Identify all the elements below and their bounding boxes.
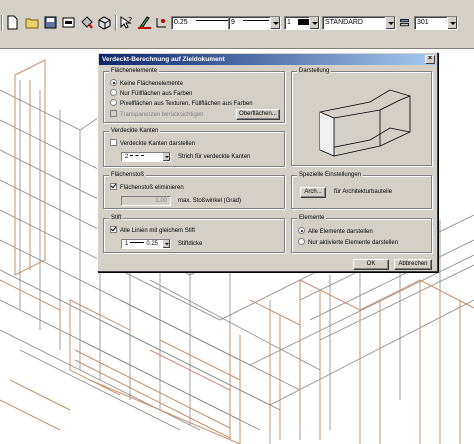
pen-thickness-value: 0.25 <box>146 241 159 247</box>
toolbar-separator <box>1 15 3 31</box>
elements-option-label: Alle Elemente darstellen <box>308 229 373 235</box>
elements-option-all[interactable]: Alle Elemente darstellen <box>298 227 373 236</box>
surface-option-label: Nur Füllflächen aus Farben <box>120 91 193 97</box>
surface-option-none[interactable]: Keine Flächenelemente <box>110 79 183 88</box>
combo-value: 301 <box>417 19 429 26</box>
chevron-down-icon[interactable] <box>447 17 457 29</box>
main-toolbar: ? 0.25 9 1 STANDARD 301 <box>0 0 474 49</box>
ok-button[interactable]: OK <box>353 259 389 270</box>
surface-elements-legend: Flächenelemente <box>109 67 160 76</box>
surface-option-colors[interactable]: Nur Füllflächen aus Farben <box>110 89 192 98</box>
pen-thickness-label: Stiftdicke <box>178 241 203 247</box>
surface-option-label: Keine Flächenelemente <box>120 81 184 87</box>
dialog-title: Verdeckt-Berechnung auf Zieldokument <box>102 56 225 63</box>
radio-button[interactable] <box>298 238 305 245</box>
snap-icon[interactable] <box>153 14 170 31</box>
radio-button[interactable] <box>110 89 117 96</box>
radio-button[interactable] <box>110 79 117 86</box>
elements-option-activated[interactable]: Nur aktivierte Elemente darstellen <box>298 238 398 247</box>
preview-shape-icon <box>319 89 411 157</box>
surface-joint-legend: Flächenstoß <box>109 171 147 180</box>
hidden-edges-label: Verdeckte Kanten darstellen <box>120 141 196 147</box>
svg-text:?: ? <box>128 16 132 25</box>
color-index-value: 1 <box>287 19 291 26</box>
hidden-line-type-combo[interactable]: 2 <box>121 152 171 162</box>
line-sample <box>130 242 145 243</box>
layer-value: STANDARD <box>325 19 363 26</box>
elements-legend: Elemente <box>297 214 327 223</box>
open-folder-icon[interactable] <box>24 14 41 31</box>
surfaces-button[interactable]: Oberflächen... <box>236 109 280 120</box>
surface-option-textures[interactable]: Pixelflächen aus Texturen, Füllflächen a… <box>110 99 253 108</box>
chevron-down-icon[interactable] <box>385 17 395 29</box>
joint-angle-label: max. Stoßwinkel (Grad) <box>178 198 242 204</box>
close-icon[interactable]: × <box>425 55 435 64</box>
surface-elements-group: Flächenelemente Keine Flächenelemente Nu… <box>103 67 285 123</box>
toolbar-row: ? 0.25 9 1 STANDARD 301 <box>0 12 474 34</box>
transparency-label: Transparenzen berücksichtigen <box>120 112 204 118</box>
line-type-value: 9 <box>231 19 235 26</box>
hidden-edges-legend: Verdeckte Kanten <box>109 127 161 136</box>
same-pen-checkbox-row[interactable]: Alle Linien mit gleichem Stift <box>110 226 195 235</box>
surface-option-label: Pixelflächen aus Texturen, Füllflächen a… <box>120 101 253 107</box>
pen-legend: Stift <box>109 214 124 223</box>
hidden-line-dialog: Verdeckt-Berechnung auf Zieldokument × F… <box>97 52 438 272</box>
paint-bucket-icon[interactable] <box>78 14 95 31</box>
arch-label: für Architekturbauteile <box>334 189 393 195</box>
dialog-titlebar[interactable]: Verdeckt-Berechnung auf Zieldokument × <box>99 54 436 65</box>
help-pointer-icon[interactable]: ? <box>118 14 135 31</box>
preview-group: Darstellung <box>291 67 432 166</box>
hidden-edges-group: Verdeckte Kanten Verdeckte Kanten darste… <box>103 127 285 167</box>
cancel-button[interactable]: Abbrechen <box>394 259 432 270</box>
special-settings-legend: Spezielle Einstellungen <box>297 171 364 180</box>
cube-icon[interactable] <box>96 14 113 31</box>
special-settings-group: Spezielle Einstellungen Arch... für Arch… <box>291 171 432 209</box>
elements-option-label: Nur aktivierte Elemente darstellen <box>308 240 399 246</box>
pen-thickness-value: 0.25 <box>174 19 188 26</box>
layer-settings-icon[interactable] <box>398 16 412 30</box>
pen-color-icon[interactable] <box>136 14 153 31</box>
transparency-checkbox-row: Transparenzen berücksichtigen <box>110 110 204 119</box>
chevron-down-icon[interactable] <box>309 17 319 29</box>
transparency-checkbox <box>110 110 117 117</box>
save-disk-icon[interactable] <box>42 14 59 31</box>
arch-button[interactable]: Arch... <box>300 187 326 198</box>
line-type-sample <box>242 20 269 21</box>
line-type-combo[interactable]: 9 <box>228 16 281 30</box>
toolbar-separator <box>115 15 117 31</box>
radio-button[interactable] <box>298 227 305 234</box>
eliminate-joint-checkbox-row[interactable]: Flächenstoß eliminieren <box>110 183 184 192</box>
joint-angle-field[interactable]: 1.00 <box>121 196 171 206</box>
chevron-down-icon[interactable] <box>162 240 170 248</box>
hidden-line-type-value: 2 <box>125 154 129 160</box>
color-combo[interactable]: 1 <box>284 16 320 30</box>
print-preview-icon[interactable] <box>60 14 77 31</box>
hidden-edges-checkbox[interactable] <box>110 139 117 146</box>
dashed-line-sample <box>130 155 145 156</box>
pen-thickness-select[interactable]: 1 0.25 <box>121 239 171 249</box>
new-document-icon[interactable] <box>4 14 21 31</box>
preview-legend: Darstellung <box>297 67 332 76</box>
pen-number-value: 1 <box>125 241 129 247</box>
eliminate-joint-label: Flächenstoß eliminieren <box>120 185 184 191</box>
surface-joint-group: Flächenstoß Flächenstoß eliminieren 1.00… <box>103 171 285 209</box>
chevron-down-icon[interactable] <box>162 153 170 161</box>
pen-group: Stift Alle Linien mit gleichem Stift 1 0.… <box>103 214 285 253</box>
eliminate-joint-checkbox[interactable] <box>110 183 117 190</box>
same-pen-label: Alle Linien mit gleichem Stift <box>120 228 196 234</box>
elements-group: Elemente Alle Elemente darstellen Nur ak… <box>291 214 432 253</box>
layer-combo[interactable]: STANDARD <box>322 16 396 30</box>
value-combo[interactable]: 301 <box>414 16 458 30</box>
radio-button[interactable] <box>110 99 117 106</box>
same-pen-checkbox[interactable] <box>110 226 117 233</box>
chevron-down-icon[interactable] <box>270 17 280 29</box>
hidden-edges-checkbox-row[interactable]: Verdeckte Kanten darstellen <box>110 139 195 148</box>
hidden-line-type-label: Strich für verdeckte Kanten <box>178 154 251 160</box>
